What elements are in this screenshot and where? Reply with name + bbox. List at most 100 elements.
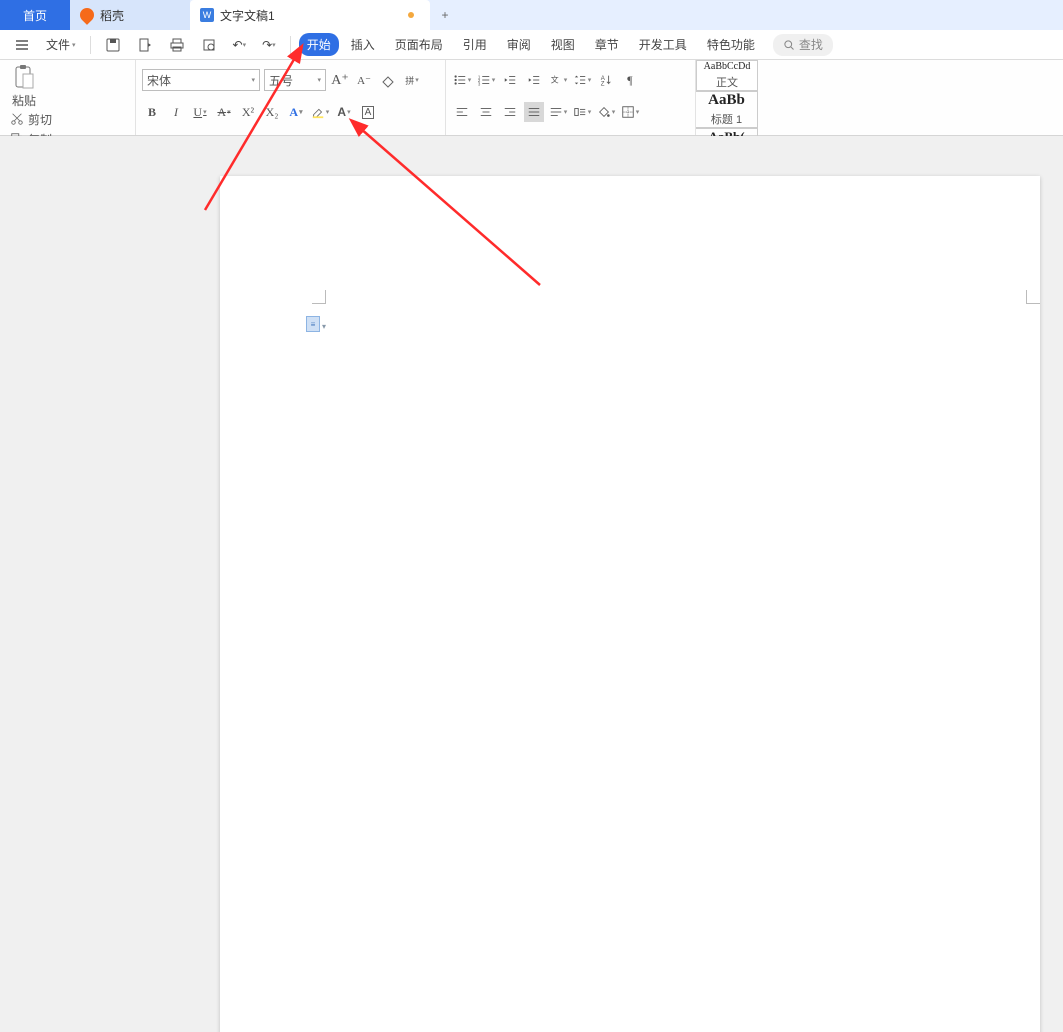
font-family-value: 宋体 [147,72,171,89]
font-family-select[interactable]: 宋体 ▾ [142,69,260,91]
strike-button[interactable]: A [214,102,234,122]
numbering-button[interactable]: 123 [476,70,496,90]
tab-document[interactable]: W 文字文稿1 [190,0,430,30]
save-icon [105,37,121,53]
font-color-a: A [337,105,346,119]
char-border-button[interactable]: A [358,102,378,122]
search-button[interactable]: 查找 [773,34,833,56]
svg-text:Z: Z [601,80,605,87]
svg-text:3: 3 [478,81,481,86]
tab-home[interactable]: 首页 [0,0,70,30]
app-menu-button[interactable] [8,34,36,56]
line-spacing-button[interactable] [572,70,592,90]
paste-button[interactable]: 粘贴 [6,64,42,109]
chevron-down-icon: ▾ [243,41,247,49]
bullets-icon [453,73,467,87]
menu-tab-view[interactable]: 视图 [543,33,583,56]
sort-button[interactable]: AZ [596,70,616,90]
undo-icon: ↶ [233,38,243,52]
tab-settings-button[interactable] [572,102,592,122]
clear-format-button[interactable] [378,70,398,90]
menu-tab-developer[interactable]: 开发工具 [631,33,695,56]
document-page[interactable]: ≡ ▾ [220,176,1040,1032]
italic-button[interactable]: I [166,102,186,122]
char-border-a: A [362,106,375,119]
grow-font-button[interactable]: A⁺ [330,70,350,90]
styles-group: AaBbCcDd 正文 AaBb 标题 1 AaBb( 标题 2 AaBbC( … [696,60,1063,135]
export-button[interactable] [131,34,159,56]
scissors-icon [10,112,24,126]
border-icon [621,105,635,119]
tab-daoke[interactable]: 稻壳 [70,0,190,30]
redo-icon: ↷ [262,38,272,52]
text-direction-button[interactable]: 文 [548,70,568,90]
highlighter-icon [311,105,325,119]
menu-tab-insert[interactable]: 插入 [343,33,383,56]
font-group: 宋体 ▾ 五号▾ A⁺ A⁻ 拼 B I U A X² X₂ A A A [136,60,446,135]
align-distribute-button[interactable] [548,102,568,122]
redo-button[interactable]: ↷▾ [256,34,282,56]
show-formatting-button[interactable]: ¶ [620,70,640,90]
undo-button[interactable]: ↶▾ [227,34,253,56]
chevron-down-icon: ▾ [272,41,276,49]
chevron-down-icon: ▾ [317,76,321,84]
style-normal[interactable]: AaBbCcDd 正文 [696,60,758,91]
underline-button[interactable]: U [190,102,210,122]
style-preview: AaBbCcDd [704,61,751,72]
section-options-button[interactable]: ≡ [306,316,320,332]
decrease-indent-button[interactable] [500,70,520,90]
cut-label: 剪切 [28,111,52,128]
menu-tab-references[interactable]: 引用 [455,33,495,56]
flame-icon [77,5,97,25]
font-size-select[interactable]: 五号▾ [264,69,326,91]
align-left-button[interactable] [452,102,472,122]
text-direction-icon: 文 [549,73,563,87]
cut-button[interactable]: 剪切 [10,109,129,129]
menu-tab-start[interactable]: 开始 [299,33,339,56]
print-preview-button[interactable] [195,34,223,56]
align-center-button[interactable] [476,102,496,122]
bullets-button[interactable] [452,70,472,90]
sort-icon: AZ [599,73,613,87]
export-icon [137,37,153,53]
chevron-down-icon: ▾ [72,41,76,49]
eraser-icon [380,72,396,88]
highlight-button[interactable] [310,102,330,122]
chevron-down-icon: ▾ [251,76,255,84]
align-distribute-icon [549,105,563,119]
save-button[interactable] [99,34,127,56]
align-justify-button[interactable] [524,102,544,122]
text-effects-button[interactable]: A [286,102,306,122]
menu-bar: 文件 ▾ ↶▾ ↷▾ 开始 插入 页面布局 引用 审阅 视图 章节 开发工具 特… [0,30,1063,60]
increase-indent-button[interactable] [524,70,544,90]
new-tab-button[interactable]: + [430,0,460,30]
shading-button[interactable] [596,102,616,122]
style-label: 正文 [716,74,738,90]
menu-tab-review[interactable]: 审阅 [499,33,539,56]
tab-document-label: 文字文稿1 [220,7,275,24]
align-left-icon [455,105,469,119]
tab-daoke-label: 稻壳 [100,7,124,24]
chevron-down-icon: ▾ [322,322,326,331]
align-right-button[interactable] [500,102,520,122]
bold-button[interactable]: B [142,102,162,122]
app-tabs: 首页 稻壳 W 文字文稿1 + [0,0,1063,30]
superscript-button[interactable]: X² [238,102,258,122]
style-heading1[interactable]: AaBb 标题 1 [696,91,758,128]
file-menu[interactable]: 文件 ▾ [40,34,82,56]
align-right-icon [503,105,517,119]
menu-tab-sections[interactable]: 章节 [587,33,627,56]
print-preview-icon [201,37,217,53]
font-color-button[interactable]: A [334,102,354,122]
menu-tab-page-layout[interactable]: 页面布局 [387,33,451,56]
borders-button[interactable] [620,102,640,122]
shrink-font-button[interactable]: A⁻ [354,70,374,90]
menu-tab-special[interactable]: 特色功能 [699,33,763,56]
print-button[interactable] [163,34,191,56]
unsaved-dot-icon [408,12,414,18]
pinyin-button[interactable]: 拼 [402,70,422,90]
paint-bucket-icon [597,105,611,119]
margin-corner-icon [1026,290,1040,304]
subscript-button[interactable]: X₂ [262,102,282,122]
hamburger-icon [14,37,30,53]
